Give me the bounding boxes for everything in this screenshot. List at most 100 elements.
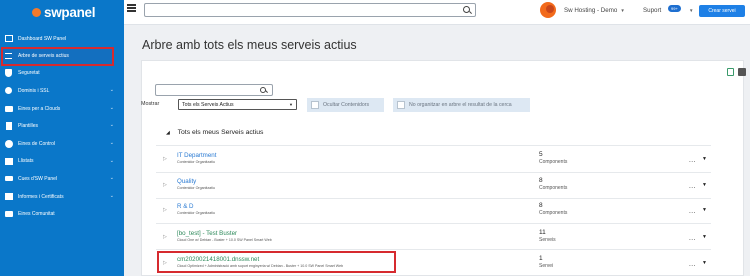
- report-icon: [4, 193, 13, 201]
- checkbox[interactable]: [397, 101, 405, 109]
- divider: [156, 249, 711, 250]
- service-name-link[interactable]: [bo_test] - Test Buster: [177, 230, 237, 237]
- select-value: Tots els Serveis Actius: [182, 102, 234, 108]
- file-icon: [4, 122, 13, 131]
- table-icon: [4, 157, 13, 165]
- toggle-label: Ocultar Contenidors: [323, 102, 370, 108]
- sidebar-item-label: Llistats: [18, 158, 34, 165]
- checkbox[interactable]: [311, 101, 319, 109]
- sidebar-item-reports[interactable]: Informes i Certificats ⌄: [0, 188, 124, 206]
- service-search-input[interactable]: [155, 84, 273, 96]
- page-title: Arbre amb tots els meus serveis actius: [142, 38, 357, 52]
- sidebar-item-label: Informes i Certificats: [18, 193, 64, 200]
- section-header[interactable]: ◢ Tots els meus Serveis actius: [166, 129, 263, 136]
- expand-arrow-icon[interactable]: ▷: [163, 156, 167, 162]
- service-name-link[interactable]: Quality: [177, 178, 196, 185]
- component-count: 8: [539, 177, 543, 184]
- sidebar-item-label: Cues d'SW Panel: [18, 175, 58, 182]
- chevron-down-icon: ⌄: [109, 175, 114, 182]
- logo-icon: [32, 8, 41, 17]
- collapse-triangle-icon[interactable]: ◢: [166, 130, 170, 136]
- sidebar-item-domains[interactable]: Dominis i SSL ⌄: [0, 82, 124, 100]
- sidebar-item-cloud-tools[interactable]: Eines per a Clouds ⌄: [0, 100, 124, 118]
- layers-icon: [4, 175, 13, 183]
- check-circle-icon: [4, 139, 13, 148]
- expand-arrow-icon[interactable]: ▷: [163, 182, 167, 188]
- divider: [156, 198, 711, 199]
- caret-down-icon[interactable]: ▼: [702, 234, 707, 240]
- sidebar-item-label: Eines Comunitat: [18, 211, 55, 218]
- divider: [156, 172, 711, 173]
- service-count: 11: [539, 229, 546, 236]
- component-count: 8: [539, 202, 543, 209]
- sidebar-item-label: Eines per a Clouds: [18, 105, 61, 112]
- tree-view-icon[interactable]: [727, 68, 734, 76]
- account-logo-icon: [540, 2, 556, 18]
- sidebar-item-community[interactable]: Eines Comunitat: [0, 205, 124, 223]
- toggle-label: No organitzar en arbre el resultat de la…: [409, 102, 512, 108]
- caret-down-icon[interactable]: ▼: [702, 207, 707, 213]
- more-actions-button[interactable]: ...: [689, 157, 696, 164]
- search-icon[interactable]: [463, 6, 470, 13]
- component-count: 5: [539, 151, 543, 158]
- create-service-button[interactable]: Crear servei: [699, 5, 745, 17]
- caret-down-icon[interactable]: ▼: [702, 156, 707, 162]
- more-actions-button[interactable]: ...: [689, 235, 696, 242]
- caret-down-icon: ▼: [289, 102, 293, 107]
- caret-down-icon: ▼: [620, 8, 625, 13]
- print-icon[interactable]: [738, 68, 746, 76]
- global-search-input[interactable]: [144, 3, 476, 17]
- service-count-label: Servei: [539, 263, 554, 269]
- brand-name: swpanel: [44, 5, 96, 20]
- sidebar-item-label: Eines de Control: [18, 140, 55, 147]
- expand-arrow-icon[interactable]: ▷: [163, 234, 167, 240]
- chevron-down-icon: ⌄: [109, 139, 114, 146]
- service-subtitle: Contenidor Organitzatiu: [177, 160, 215, 164]
- expand-arrow-icon[interactable]: ▷: [163, 207, 167, 213]
- service-name-link[interactable]: R & D: [177, 203, 194, 210]
- caret-down-icon[interactable]: ▼: [702, 182, 707, 188]
- more-actions-button[interactable]: ...: [689, 183, 696, 190]
- brand-logo[interactable]: swpanel: [0, 0, 124, 25]
- hide-containers-toggle[interactable]: Ocultar Contenidors: [307, 98, 384, 112]
- support-menu[interactable]: Suport: [643, 7, 661, 14]
- briefcase-icon: [4, 105, 13, 113]
- no-tree-toggle[interactable]: No organitzar en arbre el resultat de la…: [393, 98, 530, 112]
- sidebar-item-security[interactable]: Seguretat: [0, 65, 124, 83]
- show-filter-select[interactable]: Tots els Serveis Actius ▼: [178, 99, 297, 110]
- list-icon: [4, 52, 13, 60]
- component-count-label: Components: [539, 159, 568, 165]
- account-name: Sw Hosting - Demo: [564, 7, 618, 14]
- sidebar-item-listings[interactable]: Llistats ⌄: [0, 153, 124, 171]
- search-icon[interactable]: [260, 86, 266, 93]
- sidebar-item-queues[interactable]: Cues d'SW Panel ⌄: [0, 170, 124, 188]
- sidebar-item-service-tree[interactable]: Arbre de serveis actius: [1, 46, 114, 66]
- sidebar-item-label: Plantilles: [18, 123, 39, 130]
- sidebar-item-label: Arbre de serveis actius: [18, 53, 69, 60]
- more-actions-button[interactable]: ...: [689, 208, 696, 215]
- chevron-down-icon: ⌄: [109, 157, 114, 164]
- show-label: Mostrar: [141, 101, 160, 107]
- sidebar-menu: Dashboard SW Panel Arbre de serveis acti…: [0, 30, 124, 223]
- more-actions-button[interactable]: ...: [689, 261, 696, 268]
- sidebar-item-templates[interactable]: Plantilles ⌄: [0, 117, 124, 135]
- chevron-down-icon: ⌄: [109, 122, 114, 129]
- service-subtitle: Contenidor Organitzatiu: [177, 211, 215, 215]
- service-count: 1: [539, 255, 543, 262]
- panel-tools: [727, 68, 746, 76]
- sidebar-item-label: Dashboard SW Panel: [18, 35, 67, 42]
- service-subtitle: Cloud One w/ Debian - Buster + 10.0 SW P…: [177, 238, 272, 242]
- divider: [156, 223, 711, 224]
- service-name-link[interactable]: IT Department: [177, 152, 216, 159]
- highlight-box: [157, 251, 396, 273]
- account-selector[interactable]: Sw Hosting - Demo ▼: [564, 7, 625, 14]
- chevron-down-icon: ⌄: [109, 104, 114, 111]
- hamburger-menu-icon[interactable]: [127, 4, 136, 12]
- sidebar-item-control-tools[interactable]: Eines de Control ⌄: [0, 135, 124, 153]
- globe-icon: [4, 87, 13, 95]
- caret-down-icon[interactable]: ▼: [702, 260, 707, 266]
- support-caret-icon[interactable]: ▼: [689, 8, 693, 13]
- support-badge: 99+: [668, 5, 681, 12]
- shield-icon: [4, 69, 13, 78]
- sidebar-item-dashboard[interactable]: Dashboard SW Panel: [0, 30, 124, 48]
